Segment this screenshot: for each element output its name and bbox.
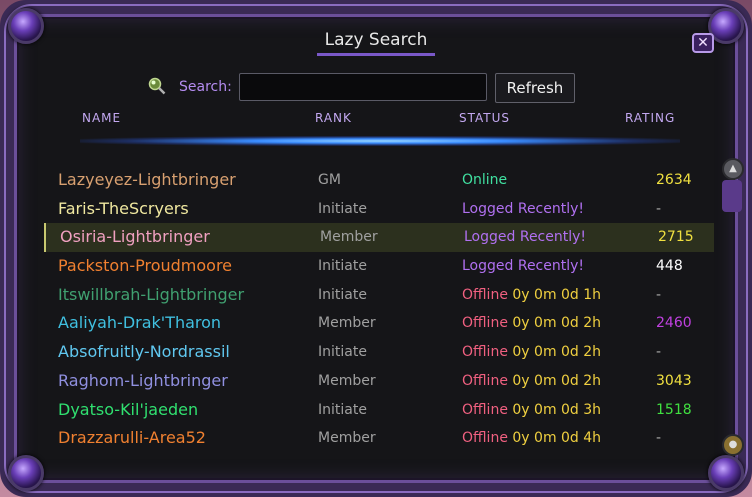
member-rank: Initiate: [318, 258, 367, 275]
offline-duration: 0y 0m 0d 2h: [512, 344, 602, 361]
member-status: Offline 0y 0m 0d 4h: [462, 430, 601, 446]
title-bar: Lazy Search: [0, 30, 752, 56]
header-divider: [80, 136, 680, 146]
column-header-status[interactable]: STATUS: [459, 111, 510, 125]
member-row[interactable]: Faris-TheScryers Initiate Logged Recently!…: [44, 195, 714, 224]
column-header-rank[interactable]: RANK: [315, 111, 352, 125]
member-rank: Initiate: [318, 344, 367, 361]
member-row[interactable]: Drazzarulli-Area52 Member Offline 0y 0m 0d…: [44, 424, 714, 453]
member-name: Absofruitly-Nordrassil: [58, 342, 230, 362]
member-rank: Member: [318, 315, 376, 332]
status-text: Offline: [462, 430, 508, 447]
status-text: Offline: [462, 401, 508, 418]
close-button[interactable]: ✕: [692, 33, 714, 53]
member-name: Packston-Proudmoore: [58, 256, 233, 276]
member-status: Offline 0y 0m 0d 1h: [462, 287, 601, 303]
status-text: Offline: [462, 344, 508, 361]
member-rating: 2715: [658, 229, 694, 246]
corner-gem-bottom-left: [8, 455, 44, 491]
status-text: Logged Recently!: [462, 258, 585, 275]
search-label: Search:: [179, 79, 232, 95]
member-rating: -: [656, 200, 662, 217]
member-rating: -: [656, 286, 662, 303]
member-row[interactable]: Aaliyah-Drak'Tharon Member Offline 0y 0m 0…: [44, 309, 714, 338]
corner-gem-bottom-right: [708, 455, 744, 491]
member-status: Logged Recently!: [464, 229, 586, 245]
member-rating: 2634: [656, 172, 692, 188]
member-rating: 3043: [656, 372, 692, 389]
magnifier-icon: [148, 77, 166, 95]
member-name: Faris-TheScryers: [58, 198, 189, 218]
status-text: Online: [462, 172, 508, 188]
member-status: Offline 0y 0m 0d 2h: [462, 315, 601, 331]
column-header-name[interactable]: NAME: [82, 111, 121, 125]
status-text: Offline: [462, 315, 508, 332]
refresh-button[interactable]: Refresh: [495, 73, 575, 103]
member-name: Lazyeyez-Lightbringer: [58, 170, 236, 189]
member-rating: 1518: [656, 401, 692, 418]
member-name: Dyatso-Kil'jaeden: [58, 399, 199, 419]
offline-duration: 0y 0m 0d 4h: [512, 430, 602, 447]
member-name: Raghom-Lightbringer: [58, 370, 228, 390]
member-rating: 2460: [656, 315, 692, 332]
status-text: Offline: [462, 286, 508, 303]
member-status: Online: [462, 172, 507, 188]
member-list: Lazyeyez-Lightbringer GM Online 2634 Faris-T…: [44, 166, 714, 453]
status-text: Offline: [462, 372, 508, 389]
search-input[interactable]: [239, 73, 487, 101]
member-name: Osiria-Lightbringer: [60, 227, 210, 247]
member-rank: Initiate: [318, 200, 367, 217]
member-rank: Member: [318, 372, 376, 389]
member-name: Itswillbrah-Lightbringer: [58, 284, 245, 304]
close-icon: ✕: [697, 35, 709, 51]
side-lock-button[interactable]: ●: [722, 434, 744, 456]
member-row[interactable]: Lazyeyez-Lightbringer GM Online 2634: [44, 166, 714, 195]
member-row[interactable]: Packston-Proudmoore Initiate Logged Recent…: [44, 252, 714, 281]
member-rating: 448: [656, 258, 683, 275]
member-name: Drazzarulli-Area52: [58, 428, 206, 448]
member-status: Offline 0y 0m 0d 2h: [462, 344, 601, 360]
member-status: Offline 0y 0m 0d 2h: [462, 373, 601, 389]
status-text: Logged Recently!: [462, 200, 585, 217]
member-row[interactable]: Dyatso-Kil'jaeden Initiate Offline 0y 0m 0…: [44, 396, 714, 425]
member-row[interactable]: Osiria-Lightbringer Member Logged Recently…: [44, 223, 714, 253]
column-header-rating[interactable]: RATING: [625, 111, 675, 125]
offline-duration: 0y 0m 0d 2h: [512, 315, 602, 332]
member-row[interactable]: Itswillbrah-Lightbringer Initiate Offline …: [44, 281, 714, 310]
member-name: Aaliyah-Drak'Tharon: [58, 313, 222, 333]
offline-duration: 0y 0m 0d 1h: [512, 286, 602, 303]
window-title: Lazy Search: [316, 30, 436, 56]
member-rank: Member: [320, 229, 378, 246]
side-scroll-up-button[interactable]: ▲: [722, 158, 744, 180]
member-status: Logged Recently!: [462, 201, 584, 217]
member-rating: -: [656, 430, 662, 447]
member-rank: Member: [318, 430, 376, 447]
member-rating: -: [656, 344, 662, 361]
offline-duration: 0y 0m 0d 2h: [512, 372, 602, 389]
status-text: Logged Recently!: [464, 229, 587, 246]
member-row[interactable]: Absofruitly-Nordrassil Initiate Offline 0y…: [44, 338, 714, 367]
member-status: Logged Recently!: [462, 258, 584, 274]
offline-duration: 0y 0m 0d 3h: [512, 401, 602, 418]
member-rank: GM: [318, 172, 341, 188]
side-portrait: [722, 180, 742, 212]
member-row[interactable]: Raghom-Lightbringer Member Offline 0y 0m 0…: [44, 367, 714, 396]
member-rank: Initiate: [318, 401, 367, 418]
member-status: Offline 0y 0m 0d 3h: [462, 402, 601, 418]
member-rank: Initiate: [318, 286, 367, 303]
